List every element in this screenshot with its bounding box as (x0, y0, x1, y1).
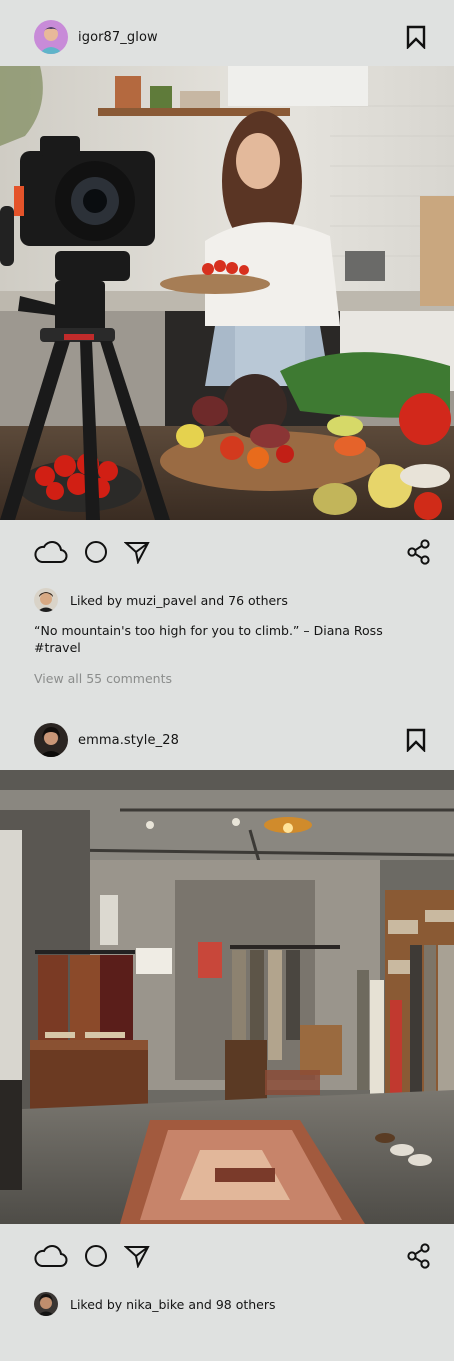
send-icon[interactable] (124, 1244, 150, 1268)
feed: igor87_glow Liked by muzi_pavel and 76 o… (0, 0, 454, 1361)
post-actions (0, 1241, 454, 1271)
bookmark-icon[interactable] (404, 25, 428, 49)
send-icon[interactable] (124, 540, 150, 564)
heart-cloud-icon[interactable] (34, 539, 68, 565)
liked-by-text[interactable]: Liked by nika_bike and 98 others (70, 1297, 276, 1312)
caption-quote: “No mountain's too high for you to climb… (34, 623, 383, 638)
post-header: emma.style_28 (0, 707, 454, 773)
likes-row: Liked by muzi_pavel and 76 others (34, 587, 288, 613)
username[interactable]: igor87_glow (78, 30, 404, 45)
comment-icon[interactable] (84, 1244, 108, 1268)
caption-hashtag[interactable]: #travel (34, 639, 424, 656)
bookmark-icon[interactable] (404, 728, 428, 752)
avatar[interactable] (34, 723, 68, 757)
username[interactable]: emma.style_28 (78, 733, 404, 748)
liked-by-text[interactable]: Liked by muzi_pavel and 76 others (70, 593, 288, 608)
share-icon[interactable] (406, 539, 432, 565)
share-icon[interactable] (406, 1243, 432, 1269)
view-comments-link[interactable]: View all 55 comments (34, 671, 172, 686)
post-photo-store[interactable] (0, 770, 454, 1224)
post-header: igor87_glow (0, 4, 454, 70)
likes-row: Liked by nika_bike and 98 others (34, 1291, 276, 1317)
post-caption: “No mountain's too high for you to climb… (34, 622, 424, 656)
heart-cloud-icon[interactable] (34, 1243, 68, 1269)
post-photo-kitchen[interactable] (0, 66, 454, 520)
avatar[interactable] (34, 20, 68, 54)
liker-avatar[interactable] (34, 1292, 58, 1316)
liker-avatar[interactable] (34, 588, 58, 612)
comment-icon[interactable] (84, 540, 108, 564)
post-actions (0, 537, 454, 567)
